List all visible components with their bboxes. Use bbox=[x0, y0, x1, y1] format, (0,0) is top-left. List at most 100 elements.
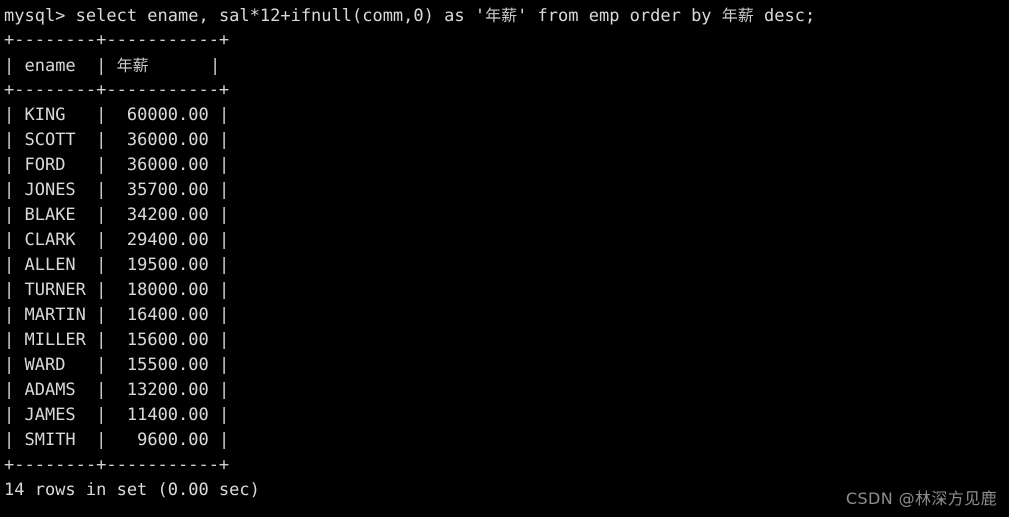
cell-ename: SCOTT bbox=[24, 130, 86, 150]
cell-ename: FORD bbox=[24, 155, 86, 175]
row-right-border: | bbox=[208, 255, 230, 275]
header-cell-ename: ename bbox=[24, 56, 76, 76]
cell-salary: 11400.00 bbox=[116, 405, 209, 425]
cell-salary: 15500.00 bbox=[116, 355, 209, 375]
table-row: | CLARK | 29400.00 | bbox=[4, 228, 1009, 253]
row-left-border: | bbox=[4, 105, 25, 125]
row-left-border: | bbox=[4, 155, 25, 175]
table-row: | KING | 60000.00 | bbox=[4, 103, 1009, 128]
row-right-border: | bbox=[208, 430, 230, 450]
row-right-border: | bbox=[208, 180, 230, 200]
row-mid-border: | bbox=[85, 155, 117, 175]
cell-ename: ALLEN bbox=[24, 255, 86, 275]
cell-ename: MILLER bbox=[24, 330, 86, 350]
table-row: | BLAKE | 34200.00 | bbox=[4, 203, 1009, 228]
cell-salary: 15600.00 bbox=[116, 330, 209, 350]
header-cell-salary: 年薪 bbox=[116, 56, 149, 75]
row-right-border: | bbox=[208, 405, 230, 425]
header-right-border: | bbox=[148, 56, 221, 76]
row-left-border: | bbox=[4, 305, 25, 325]
row-mid-border: | bbox=[85, 130, 117, 150]
cell-salary: 36000.00 bbox=[116, 130, 209, 150]
cell-ename: SMITH bbox=[24, 430, 86, 450]
row-mid-border: | bbox=[85, 280, 117, 300]
cell-ename: TURNER bbox=[24, 280, 86, 300]
table-rule-bottom: +--------+-----------+ bbox=[4, 455, 230, 475]
row-right-border: | bbox=[208, 280, 230, 300]
row-right-border: | bbox=[208, 330, 230, 350]
cell-salary: 13200.00 bbox=[116, 380, 209, 400]
table-row: | WARD | 15500.00 | bbox=[4, 353, 1009, 378]
query-text-middle: ' from emp order by bbox=[517, 6, 722, 26]
row-mid-border: | bbox=[85, 380, 117, 400]
row-left-border: | bbox=[4, 430, 25, 450]
table-header-row: | ename | 年薪 | bbox=[4, 53, 1009, 78]
cell-salary: 35700.00 bbox=[116, 180, 209, 200]
cell-ename: BLAKE bbox=[24, 205, 86, 225]
table-row: | JAMES | 11400.00 | bbox=[4, 403, 1009, 428]
row-mid-border: | bbox=[85, 305, 117, 325]
row-left-border: | bbox=[4, 380, 25, 400]
row-left-border: | bbox=[4, 130, 25, 150]
row-mid-border: | bbox=[85, 430, 117, 450]
table-rule-top: +--------+-----------+ bbox=[4, 30, 230, 50]
cell-salary: 18000.00 bbox=[116, 280, 209, 300]
row-left-border: | bbox=[4, 405, 25, 425]
header-left-border: | bbox=[4, 56, 25, 76]
table-row: | TURNER | 18000.00 | bbox=[4, 278, 1009, 303]
query-text-suffix: desc; bbox=[753, 6, 816, 26]
cell-salary: 34200.00 bbox=[116, 205, 209, 225]
row-right-border: | bbox=[208, 380, 230, 400]
table-rule-middle: +--------+-----------+ bbox=[4, 80, 230, 100]
row-left-border: | bbox=[4, 355, 25, 375]
cell-salary: 60000.00 bbox=[116, 105, 209, 125]
row-mid-border: | bbox=[85, 405, 117, 425]
terminal-window[interactable]: mysql> select ename, sal*12+ifnull(comm,… bbox=[0, 0, 1009, 517]
row-right-border: | bbox=[208, 305, 230, 325]
row-right-border: | bbox=[208, 205, 230, 225]
table-body: | KING | 60000.00 | | SCOTT | 36000.00 | |… bbox=[4, 103, 1009, 453]
row-left-border: | bbox=[4, 230, 25, 250]
row-mid-border: | bbox=[85, 255, 117, 275]
cell-ename: MARTIN bbox=[24, 305, 86, 325]
row-left-border: | bbox=[4, 180, 25, 200]
row-mid-border: | bbox=[85, 230, 117, 250]
row-right-border: | bbox=[208, 155, 230, 175]
cell-salary: 19500.00 bbox=[116, 255, 209, 275]
cell-ename: JAMES bbox=[24, 405, 86, 425]
row-left-border: | bbox=[4, 330, 25, 350]
row-mid-border: | bbox=[85, 205, 117, 225]
row-left-border: | bbox=[4, 255, 25, 275]
header-mid-border: | bbox=[75, 56, 117, 76]
row-mid-border: | bbox=[85, 355, 117, 375]
query-alias-cjk: 年薪 bbox=[485, 6, 518, 25]
row-right-border: | bbox=[208, 355, 230, 375]
cell-ename: WARD bbox=[24, 355, 86, 375]
mysql-prompt: mysql> bbox=[4, 6, 76, 26]
cell-salary: 16400.00 bbox=[116, 305, 209, 325]
row-mid-border: | bbox=[85, 330, 117, 350]
row-mid-border: | bbox=[85, 105, 117, 125]
table-row: | SCOTT | 36000.00 | bbox=[4, 128, 1009, 153]
table-row: | ALLEN | 19500.00 | bbox=[4, 253, 1009, 278]
cell-salary: 9600.00 bbox=[116, 430, 209, 450]
row-mid-border: | bbox=[85, 180, 117, 200]
query-order-column-cjk: 年薪 bbox=[721, 6, 754, 25]
row-right-border: | bbox=[208, 130, 230, 150]
table-row: | MILLER | 15600.00 | bbox=[4, 328, 1009, 353]
row-right-border: | bbox=[208, 105, 230, 125]
cell-salary: 29400.00 bbox=[116, 230, 209, 250]
query-text-prefix: select ename, sal*12+ifnull(comm,0) as ' bbox=[75, 6, 486, 26]
table-row: | ADAMS | 13200.00 | bbox=[4, 378, 1009, 403]
cell-salary: 36000.00 bbox=[116, 155, 209, 175]
row-left-border: | bbox=[4, 280, 25, 300]
table-row: | FORD | 36000.00 | bbox=[4, 153, 1009, 178]
row-right-border: | bbox=[208, 230, 230, 250]
cell-ename: KING bbox=[24, 105, 86, 125]
table-row: | JONES | 35700.00 | bbox=[4, 178, 1009, 203]
table-row: | MARTIN | 16400.00 | bbox=[4, 303, 1009, 328]
command-line: mysql> select ename, sal*12+ifnull(comm,… bbox=[4, 3, 1009, 28]
row-left-border: | bbox=[4, 205, 25, 225]
cell-ename: ADAMS bbox=[24, 380, 86, 400]
cell-ename: JONES bbox=[24, 180, 86, 200]
